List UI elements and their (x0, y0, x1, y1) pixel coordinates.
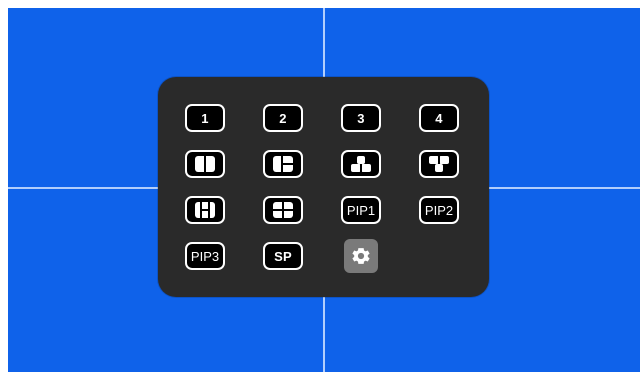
video-screen: 1 2 3 4 PIP1 PIP2 PIP3 SP (8, 8, 640, 372)
channel-4-label: 4 (435, 110, 443, 126)
channel-2-label: 2 (279, 110, 287, 126)
layout-one-top-two-bottom-button[interactable] (341, 150, 381, 178)
layout-left-plus-two-right-button[interactable] (263, 150, 303, 178)
channel-3-label: 3 (357, 110, 365, 126)
gear-icon (352, 248, 370, 264)
channel-1-label: 1 (201, 110, 209, 126)
layout-split-vertical-button[interactable] (185, 150, 225, 178)
layout-left-right-with-middle-icon (195, 202, 215, 218)
pip3-label: PIP3 (190, 248, 220, 264)
layout-quad-button[interactable] (263, 196, 303, 224)
pip1-button[interactable]: PIP1 (341, 196, 381, 224)
pip2-label: PIP2 (424, 202, 454, 218)
layout-left-plus-two-right-icon (273, 156, 293, 172)
pip3-button[interactable]: PIP3 (185, 242, 225, 270)
pip2-button[interactable]: PIP2 (419, 196, 459, 224)
layout-quad-icon (273, 202, 293, 218)
channel-2-button[interactable]: 2 (263, 104, 303, 132)
channel-3-button[interactable]: 3 (341, 104, 381, 132)
sp-label: SP (274, 248, 292, 264)
channel-4-button[interactable]: 4 (419, 104, 459, 132)
layout-two-top-one-bottom-icon (429, 156, 449, 172)
layout-two-top-one-bottom-button[interactable] (419, 150, 459, 178)
display-layout-menu: 1 2 3 4 PIP1 PIP2 PIP3 SP (158, 77, 489, 297)
pip1-label: PIP1 (346, 202, 376, 218)
layout-left-right-with-middle-button[interactable] (185, 196, 225, 224)
channel-1-button[interactable]: 1 (185, 104, 225, 132)
sp-button[interactable]: SP (263, 242, 303, 270)
layout-one-top-two-bottom-icon (351, 156, 371, 172)
layout-split-vertical-icon (195, 156, 215, 172)
settings-button[interactable] (344, 239, 378, 273)
